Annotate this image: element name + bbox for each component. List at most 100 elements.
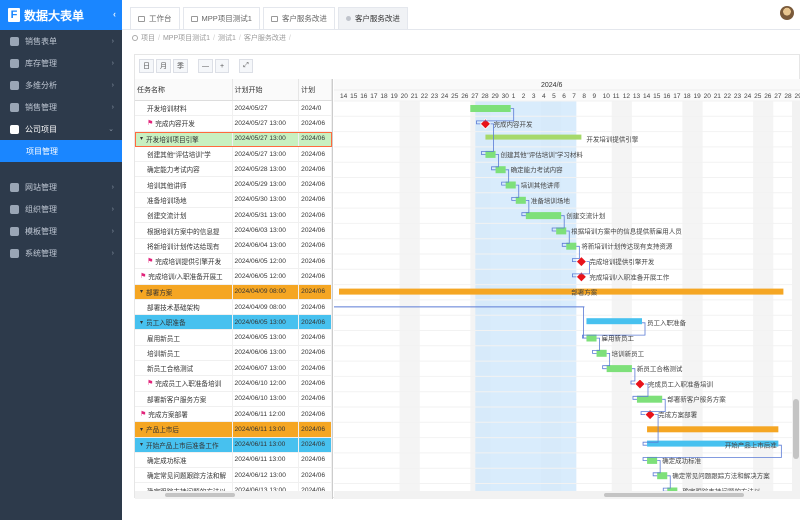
expand-toggle-icon[interactable]: ▾ (140, 135, 143, 142)
view-month-button[interactable]: 月 (156, 59, 171, 73)
task-bar-label[interactable]: 培训新员工 (612, 349, 645, 358)
task-row[interactable]: ▾ 员工入职准备 2024/06/05 13:00 2024/06 (135, 315, 332, 331)
task-bar-label[interactable]: 完成培训/入职准备开展工作 (589, 272, 669, 281)
sidebar-item-org[interactable]: 组织管理 › (0, 198, 122, 220)
view-day-button[interactable]: 日 (139, 59, 154, 73)
task-bar-label[interactable]: 确定能力考试内容 (511, 165, 564, 174)
task-bar-label[interactable]: 员工入职准备 (647, 318, 687, 327)
breadcrumb-item[interactable]: 测试1 (218, 33, 236, 43)
view-quarter-button[interactable]: 季 (173, 59, 188, 73)
task-bar[interactable] (495, 166, 506, 174)
task-row[interactable]: ⚑ 完成方案部署 2024/06/11 12:00 2024/06 (135, 406, 332, 423)
task-row[interactable]: 部署技术基础架构 2024/04/09 08:00 2024/06 (135, 299, 332, 316)
column-header-task-name[interactable]: 任务名称 (135, 79, 233, 100)
task-row[interactable]: 新员工合格测试 2024/06/07 13:00 2024/06 (135, 361, 332, 377)
milestone-diamond[interactable] (634, 378, 646, 390)
milestone-diamond[interactable] (575, 271, 587, 283)
task-row[interactable]: 确定成功标准 2024/06/11 13:00 2024/06 (135, 452, 332, 469)
phase-bar[interactable] (339, 288, 784, 295)
task-bar-label[interactable]: 部署方案 (571, 288, 598, 297)
task-bar-label[interactable]: 部署新客户服务方案 (667, 395, 726, 404)
task-bar-label[interactable]: 完成方案部署 (658, 410, 698, 419)
task-bar-label[interactable]: 准备培训场地 (531, 196, 571, 205)
task-bar-label[interactable]: 完成员工入职准备培训 (648, 379, 713, 388)
breadcrumb-item[interactable]: MPP项目测试1 (163, 33, 210, 43)
sidebar-item-template[interactable]: 模板管理 › (0, 220, 122, 242)
column-header-plan-end[interactable]: 计划 (299, 79, 332, 100)
sidebar-item-system[interactable]: 系统管理 › (0, 242, 122, 264)
scrollbar-thumb[interactable] (604, 493, 744, 497)
expand-toggle-icon[interactable]: ▾ (140, 441, 143, 448)
task-row[interactable]: 确定常见问题跟踪方法和解 2024/06/12 13:00 2024/06 (135, 468, 332, 484)
task-bar[interactable] (647, 456, 658, 464)
phase-bar[interactable] (647, 426, 779, 433)
sidebar-subitem-project-management[interactable]: 项目管理 (0, 140, 122, 162)
breadcrumb-item[interactable]: 项目 (141, 33, 155, 43)
task-row[interactable]: ▾ 产品上市后 2024/06/11 13:00 2024/06 (135, 422, 332, 438)
tab-workbench[interactable]: 工作台 (130, 7, 180, 29)
sidebar-item-sales[interactable]: 销售管理 › (0, 96, 122, 118)
task-bar[interactable] (566, 242, 577, 250)
task-row[interactable]: 根据培训方案中的信息提 2024/06/03 13:00 2024/06 (135, 223, 332, 239)
app-logo[interactable]: F 数据大表单 ‹ (0, 0, 122, 30)
scrollbar-thumb[interactable] (165, 493, 235, 497)
task-row[interactable]: 将新培训计划传达给现有 2024/06/04 13:00 2024/06 (135, 238, 332, 254)
zoom-out-button[interactable]: — (198, 59, 213, 73)
task-row[interactable]: 雇用新员工 2024/06/05 13:00 2024/06 (135, 330, 332, 346)
task-bar[interactable] (515, 196, 526, 204)
fullscreen-button[interactable]: ⤢ (239, 59, 253, 73)
task-bar[interactable] (485, 150, 496, 158)
sidebar-item-company-projects[interactable]: 公司项目 ⌄ (0, 118, 122, 140)
task-row[interactable]: ▾ 开发培训项目引擎 2024/05/27 13:00 2024/06 (135, 131, 332, 147)
task-bar-label[interactable]: 新员工合格测试 (637, 364, 683, 373)
task-row[interactable]: 准备培训场地 2024/05/30 13:00 2024/06 (135, 192, 332, 209)
task-row[interactable]: ▾ 开始产品上市后准备工作 2024/06/11 13:00 2024/06 (135, 437, 332, 453)
task-bar[interactable] (505, 181, 516, 189)
task-bar[interactable] (525, 212, 562, 220)
task-bar[interactable] (470, 105, 511, 112)
milestone-diamond[interactable] (644, 409, 656, 421)
task-bar[interactable] (556, 227, 567, 235)
collapse-sidebar-icon[interactable]: ‹ (113, 9, 116, 19)
tab-customer-service-active[interactable]: 客户服务改进 (337, 7, 408, 29)
task-bar[interactable] (596, 349, 607, 357)
task-row[interactable]: 确定能力考试内容 2024/05/28 13:00 2024/06 (135, 162, 332, 178)
task-bar[interactable] (657, 472, 668, 480)
task-row[interactable]: 培训其他讲师 2024/05/29 13:00 2024/06 (135, 177, 332, 193)
sidebar-item-sales-form[interactable]: 销售表单 › (0, 30, 122, 52)
task-bar-label[interactable]: 根据培训方案中的信息提供新雇用人员 (571, 226, 682, 235)
task-row[interactable]: ⚑ 完成员工入职准备培训 2024/06/10 12:00 2024/06 (135, 376, 332, 392)
task-row[interactable]: ⚑ 完成培训/入职准备开展工 2024/06/05 12:00 2024/06 (135, 269, 332, 285)
tab-customer-service[interactable]: 客户服务改进 (262, 7, 335, 29)
task-bar-label[interactable]: 创建其他“评估培训”学习材料 (501, 150, 584, 159)
sidebar-item-website[interactable]: 网站管理 › (0, 176, 122, 198)
task-bar-label[interactable]: 确定常见问题跟踪方法和解决方案 (672, 471, 770, 480)
sidebar-item-analysis[interactable]: 多维分析 › (0, 74, 122, 96)
task-row[interactable]: 创建其他“评估培训”学 2024/05/27 13:00 2024/06 (135, 146, 332, 163)
tab-mpp-project[interactable]: MPP项目测试1 (182, 7, 260, 29)
expand-toggle-icon[interactable]: ▾ (140, 288, 143, 295)
sidebar-item-inventory[interactable]: 库存管理 › (0, 52, 122, 74)
scrollbar-thumb[interactable] (793, 399, 799, 459)
task-bar-label[interactable]: 开发培训提供引擎 (586, 135, 639, 144)
task-bar[interactable] (636, 395, 663, 403)
task-bar-label[interactable]: 完成内容开发 (493, 119, 533, 128)
task-bar-label[interactable]: 确定成功标准 (662, 456, 702, 465)
task-row[interactable]: ▾ 部署方案 2024/04/09 08:00 2024/06 (135, 284, 332, 300)
milestone-diamond[interactable] (575, 256, 587, 268)
task-row[interactable]: ⚑ 完成培训提供引擎开发 2024/06/05 12:00 2024/06 (135, 253, 332, 270)
task-row[interactable]: 培训新员工 2024/06/06 13:00 2024/06 (135, 345, 332, 362)
task-row[interactable]: ⚑ 完成内容开发 2024/05/27 13:00 2024/06 (135, 116, 332, 132)
task-bar[interactable] (586, 334, 597, 342)
task-bar[interactable] (606, 365, 632, 373)
group-bar[interactable] (586, 318, 642, 325)
task-bar-label[interactable]: 培训其他讲师 (521, 181, 561, 190)
task-bar-label[interactable]: 雇用新员工 (602, 334, 635, 343)
grid-horizontal-scrollbar[interactable] (135, 491, 332, 499)
task-bar-label[interactable]: 完成培训提供引擎开发 (589, 257, 655, 266)
column-header-plan-start[interactable]: 计划开始 (233, 79, 300, 100)
task-bar-label[interactable]: 创建交流计划 (566, 211, 605, 220)
user-avatar[interactable] (780, 6, 794, 20)
task-bar-label[interactable]: 将新培训计划传达现有支持资源 (581, 242, 673, 251)
summary-bar[interactable] (485, 134, 582, 140)
